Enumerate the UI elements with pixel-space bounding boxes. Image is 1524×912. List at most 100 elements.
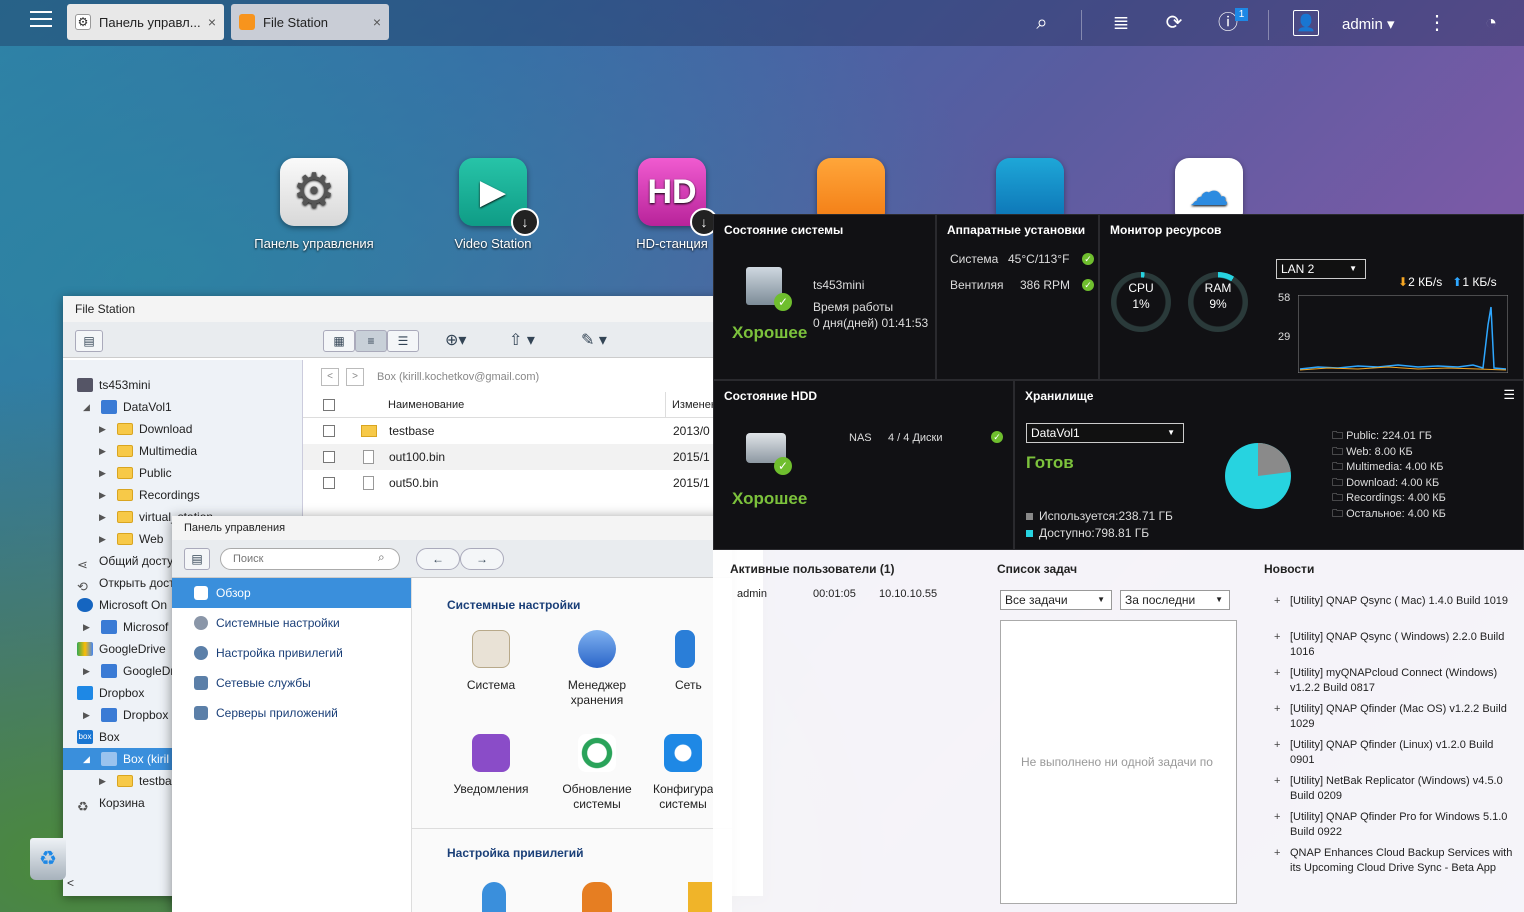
news-item[interactable]: + [Utility] myQNAPcloud Connect (Windows)… (1274, 666, 1520, 696)
expand-icon[interactable]: ▶ (99, 440, 111, 462)
news-item[interactable]: + [Utility] QNAP Qfinder (Mac OS) v1.2.2 … (1274, 702, 1520, 732)
expand-icon[interactable]: ▶ (99, 418, 111, 440)
tree-item[interactable]: ▶ Multimedia (99, 440, 197, 462)
tree-item[interactable]: GoogleDrive (77, 638, 166, 660)
item-system-update[interactable]: Обновление системы (547, 734, 647, 812)
tree-item[interactable]: ♻ Корзина (77, 792, 145, 814)
expand-icon[interactable]: ▶ (99, 506, 111, 528)
users-icon[interactable] (482, 882, 506, 912)
item-system[interactable]: Система (441, 630, 541, 693)
expand-icon[interactable]: ▶ (99, 528, 111, 550)
select-all-checkbox[interactable] (323, 399, 335, 411)
item-notifications[interactable]: Уведомления (441, 734, 541, 797)
tree-item[interactable]: Dropbox (77, 682, 144, 704)
scroll-left-button[interactable]: < (67, 876, 74, 890)
menu-network-services[interactable]: Сетевые службы (172, 668, 411, 698)
expand-icon[interactable]: + (1274, 846, 1280, 861)
tree-item[interactable]: ▶ Web (99, 528, 163, 550)
expand-icon[interactable]: ◢ (83, 396, 95, 418)
table-row[interactable]: testbase 2013/0 (303, 418, 763, 444)
close-icon[interactable]: × (208, 14, 216, 30)
expand-icon[interactable]: ▶ (83, 660, 95, 682)
tasks-filter-select[interactable]: Все задачи ▼ (1000, 590, 1112, 610)
create-icon[interactable]: ⊕▾ (445, 330, 466, 350)
search-icon[interactable]: ⌕ (378, 550, 385, 565)
expand-icon[interactable]: ▶ (83, 704, 95, 726)
column-name-header[interactable]: Наименование (388, 392, 464, 418)
tree-item[interactable]: Microsoft On (77, 594, 167, 616)
back-button[interactable]: < (321, 368, 339, 386)
toggle-sidebar-icon[interactable]: ▤ (184, 548, 210, 570)
recycle-bin-desktop-icon[interactable]: ♻ (28, 836, 68, 882)
volume-select[interactable]: DataVol1 ▼ (1026, 423, 1184, 443)
expand-icon[interactable]: + (1274, 774, 1280, 789)
list-view-icon[interactable]: ≡ (355, 330, 387, 352)
tools-icon[interactable]: ✎ ▾ (581, 330, 607, 350)
user-icon[interactable]: 👤 (1293, 10, 1319, 36)
tree-item[interactable]: ts453mini (77, 374, 150, 396)
item-system-config[interactable]: Конфигурация системы (653, 734, 713, 812)
tree-item[interactable]: ⟲ Открыть доступ (77, 572, 187, 594)
tab-file-station[interactable]: File Station × (231, 4, 389, 40)
news-item[interactable]: + [Utility] QNAP Qsync ( Windows) 2.2.0 B… (1274, 630, 1520, 660)
menu-system-settings[interactable]: Системные настройки (172, 608, 411, 638)
expand-icon[interactable]: + (1274, 810, 1280, 825)
lan-select[interactable]: LAN 2 ▼ (1276, 259, 1366, 279)
main-menu-icon[interactable] (30, 11, 52, 29)
news-item[interactable]: + [Utility] NetBak Replicator (Windows) v… (1274, 774, 1520, 804)
more-options-icon[interactable]: ⋮ (1424, 10, 1450, 36)
thumbnail-view-icon[interactable]: ▦ (323, 330, 355, 352)
news-item[interactable]: + [Utility] QNAP Qfinder (Linux) v1.2.0 B… (1274, 738, 1520, 768)
expand-icon[interactable]: + (1274, 630, 1280, 645)
tree-item[interactable]: ▶ testba (99, 770, 172, 792)
shared-folders-icon[interactable] (688, 882, 712, 912)
tree-item[interactable]: ▶ GoogleDr (83, 660, 174, 682)
column-modified-header[interactable]: Изменен (665, 392, 717, 418)
tab-control-panel[interactable]: ⚙ Панель управл... × (67, 4, 224, 40)
tree-item[interactable]: ▶ Dropbox (83, 704, 168, 726)
expand-icon[interactable]: ◢ (83, 748, 95, 770)
table-row[interactable]: out50.bin 2015/1 (303, 470, 763, 496)
search-input[interactable] (220, 548, 400, 570)
tree-item[interactable]: ▶ Public (99, 462, 172, 484)
expand-icon[interactable]: ▶ (99, 484, 111, 506)
expand-icon[interactable]: + (1274, 702, 1280, 717)
upload-icon[interactable]: ⇧ ▾ (509, 330, 535, 350)
tree-item[interactable]: box Box (77, 726, 120, 748)
toggle-sidebar-icon[interactable]: ▤ (75, 330, 103, 352)
back-arrow-icon[interactable]: ← (416, 548, 460, 570)
tree-item[interactable]: ⋖ Общий досту (77, 550, 173, 572)
news-item[interactable]: + QNAP Enhances Cloud Backup Services wit… (1274, 846, 1520, 876)
desktop-icon-video-station[interactable]: ▶ ↓ Video Station (428, 158, 558, 251)
expand-icon[interactable]: ▶ (99, 770, 111, 792)
forward-arrow-icon[interactable]: → (460, 548, 504, 570)
tree-item[interactable]: ◢ DataVol1 (83, 396, 172, 418)
forward-button[interactable]: > (346, 368, 364, 386)
expand-icon[interactable]: ▶ (83, 616, 95, 638)
desktop-icon-control-panel[interactable]: ⚙ Панель управления (249, 158, 379, 251)
expand-icon[interactable]: ▶ (99, 462, 111, 484)
search-icon[interactable]: ⌕ (1029, 10, 1055, 36)
groups-icon[interactable] (582, 882, 612, 912)
stack-icon[interactable]: ≣ (1108, 10, 1134, 36)
row-checkbox[interactable] (323, 425, 335, 437)
expand-icon[interactable]: + (1274, 666, 1280, 681)
tree-item[interactable]: ▶ Microsof (83, 616, 168, 638)
tree-item[interactable]: ▶ Download (99, 418, 192, 440)
row-checkbox[interactable] (323, 477, 335, 489)
user-menu[interactable]: admin ▾ (1342, 15, 1395, 33)
close-icon[interactable]: × (373, 14, 381, 30)
table-row[interactable]: out100.bin 2015/1 (303, 444, 763, 470)
detail-view-icon[interactable]: ☰ (387, 330, 419, 352)
info-icon[interactable]: ⓘ 1 (1215, 8, 1248, 36)
item-storage-manager[interactable]: Менеджер хранения (547, 630, 647, 708)
tree-item[interactable]: ▶ Recordings (99, 484, 200, 506)
item-network[interactable]: Сеть (653, 630, 713, 693)
expand-icon[interactable]: + (1274, 738, 1280, 753)
menu-overview[interactable]: Обзор (172, 578, 411, 608)
expand-icon[interactable]: + (1274, 594, 1280, 609)
news-item[interactable]: + [Utility] QNAP Qfinder Pro for Windows … (1274, 810, 1520, 840)
row-checkbox[interactable] (323, 451, 335, 463)
sync-icon[interactable]: ⟳ (1161, 10, 1187, 36)
menu-app-servers[interactable]: Серверы приложений (172, 698, 411, 728)
